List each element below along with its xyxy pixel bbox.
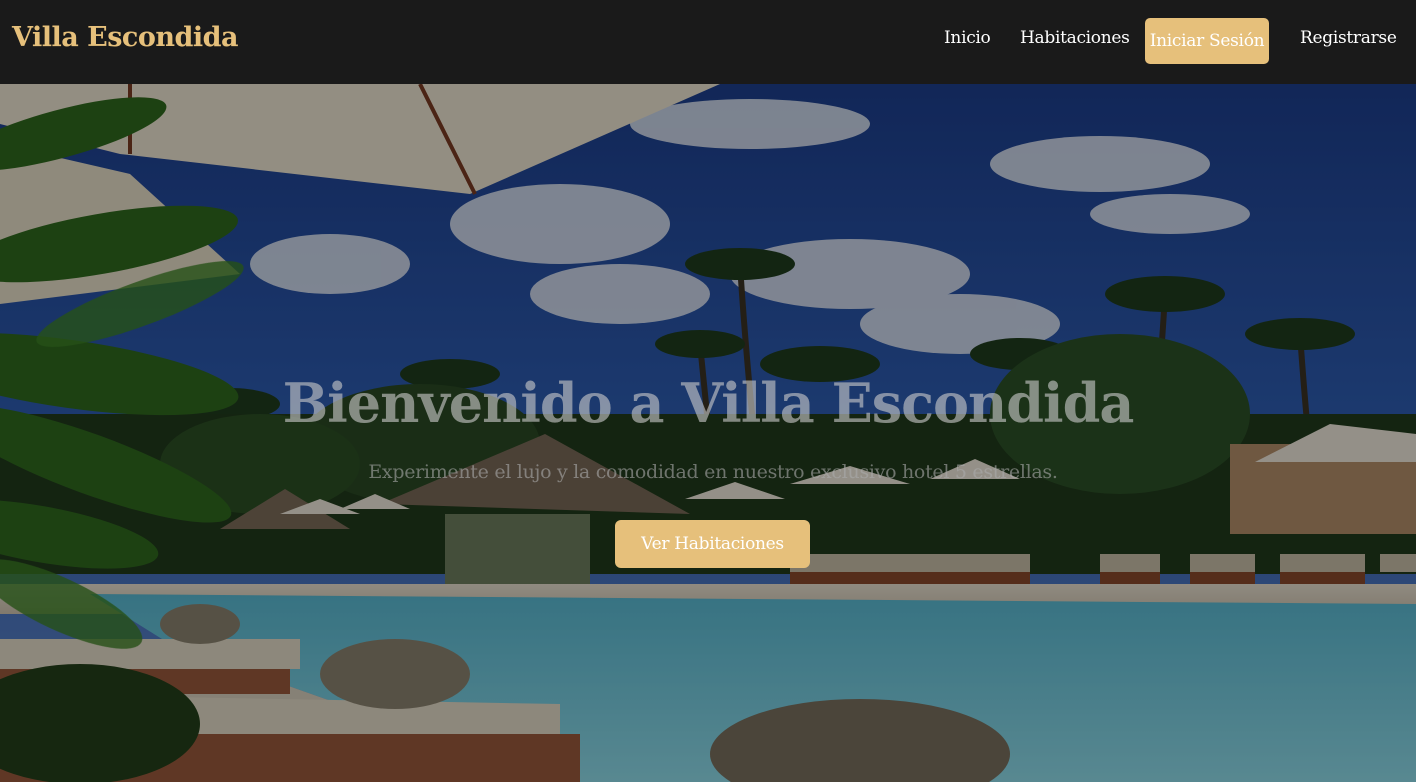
login-button[interactable]: Iniciar Sesión — [1145, 18, 1269, 64]
nav-link-inicio[interactable]: Inicio — [944, 28, 991, 48]
hero-subtitle: Experimente el lujo y la comodidad en nu… — [368, 461, 1058, 483]
navbar: Villa Escondida Inicio Habitaciones Inic… — [0, 0, 1416, 84]
hero-title: Bienvenido a Villa Escondida — [282, 371, 1135, 435]
nav-link-habitaciones[interactable]: Habitaciones — [1020, 28, 1130, 48]
nav-link-registrarse[interactable]: Registrarse — [1300, 28, 1397, 48]
brand-logo[interactable]: Villa Escondida — [12, 22, 239, 53]
view-rooms-button[interactable]: Ver Habitaciones — [615, 520, 810, 568]
hero-section: Bienvenido a Villa Escondida Experimente… — [0, 84, 1416, 782]
